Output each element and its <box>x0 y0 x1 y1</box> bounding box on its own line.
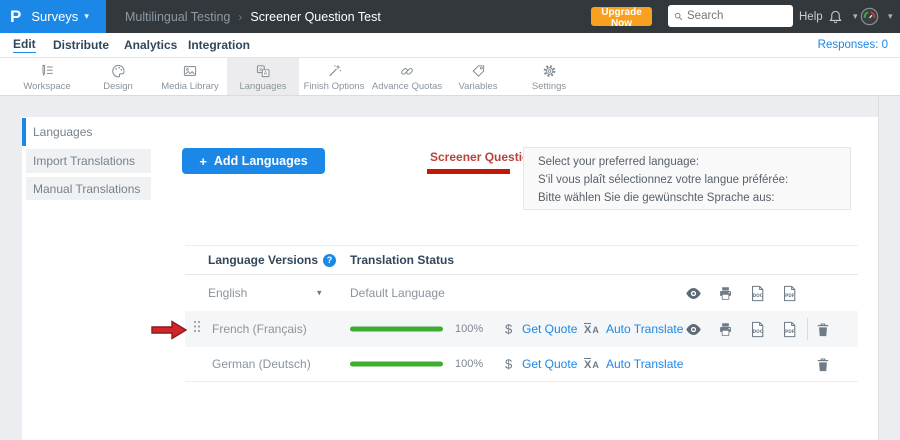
toolbar-item-languages[interactable]: xA Languages <box>227 58 299 95</box>
svg-text:PDF: PDF <box>785 293 795 299</box>
survey-nav: Edit Distribute Analytics Integration Re… <box>0 33 900 58</box>
delete-icon[interactable] <box>814 320 832 338</box>
chevron-down-icon: ▾ <box>888 11 893 22</box>
upgrade-now-button[interactable]: Upgrade Now <box>591 7 652 26</box>
translation-progress-bar <box>350 362 443 367</box>
view-icon[interactable] <box>684 284 702 302</box>
svg-text:A: A <box>264 71 268 77</box>
dollar-icon: $ <box>505 322 512 337</box>
languages-icon: xA <box>254 62 272 79</box>
search-input[interactable] <box>687 10 787 22</box>
media-library-icon <box>181 62 199 79</box>
responses-count[interactable]: Responses: 0 <box>818 33 888 57</box>
finish-options-icon <box>326 62 343 79</box>
toolbar-item-workspace[interactable]: Workspace <box>11 58 83 95</box>
toolbar-item-media-library[interactable]: Media Library <box>154 58 226 95</box>
dollar-icon: $ <box>505 357 512 372</box>
table-row-french: French (Français) 100% $ Get Quote XA Au… <box>185 311 858 347</box>
toolbar-item-design[interactable]: Design <box>82 58 154 95</box>
auto-translate-link[interactable]: Auto Translate <box>606 322 683 336</box>
translate-icon: XA <box>584 320 599 338</box>
questionpro-logo: P <box>10 7 21 27</box>
table-row-german: German (Deutsch) 100% $ Get Quote XA Aut… <box>185 347 858 382</box>
help-link[interactable]: Help <box>799 0 823 33</box>
tab-analytics[interactable]: Analytics <box>124 33 177 57</box>
variables-icon <box>470 62 487 79</box>
red-underline-annotation <box>427 169 510 174</box>
sidebar-item-languages[interactable]: Languages <box>22 118 151 146</box>
bell-icon <box>828 9 843 25</box>
screener-question-line: S'il vous plaît sélectionnez votre langu… <box>538 171 850 189</box>
drag-handle[interactable] <box>193 320 201 338</box>
chevron-down-icon: ▾ <box>853 11 858 22</box>
languages-table: Language Versions ? Translation Status E… <box>185 245 858 382</box>
tab-integration[interactable]: Integration <box>188 33 250 57</box>
advance-quotas-icon <box>398 62 416 79</box>
screener-question-line: Bitte wählen Sie die gewünschte Sprache … <box>538 189 850 207</box>
svg-text:DOC: DOC <box>753 293 763 299</box>
language-name: German (Deutsch) <box>212 357 311 371</box>
tab-edit[interactable]: Edit <box>13 33 36 57</box>
global-search <box>668 5 793 27</box>
svg-text:PDF: PDF <box>785 329 795 335</box>
auto-translate-link[interactable]: Auto Translate <box>606 357 683 371</box>
surveys-menu[interactable]: P Surveys ▾ <box>0 0 106 33</box>
avatar-gauge-icon <box>860 7 879 26</box>
get-quote-link[interactable]: Get Quote <box>522 322 577 336</box>
settings-icon <box>541 62 558 79</box>
toolbar-item-variables[interactable]: Variables <box>442 58 514 95</box>
tab-distribute[interactable]: Distribute <box>53 33 109 57</box>
column-translation-status: Translation Status <box>350 253 454 267</box>
search-icon <box>674 11 683 22</box>
translation-percent: 100% <box>455 323 483 335</box>
toolbar-item-finish-options[interactable]: Finish Options <box>298 58 370 95</box>
table-row-english: English ▾ Default Language DOC PDF <box>185 275 858 311</box>
design-icon <box>110 62 127 79</box>
chevron-down-icon[interactable]: ▾ <box>317 288 322 299</box>
export-doc-icon[interactable]: DOC <box>748 284 766 302</box>
breadcrumb-survey-name: Screener Question Test <box>250 10 380 24</box>
plus-icon: + <box>199 154 207 169</box>
add-languages-button[interactable]: + Add Languages <box>182 148 325 174</box>
sidebar-item-import-translations[interactable]: Import Translations <box>26 149 151 173</box>
delete-icon[interactable] <box>814 355 832 373</box>
get-quote-link[interactable]: Get Quote <box>522 357 577 371</box>
screener-question-box: Select your preferred language: S'il vou… <box>523 147 851 210</box>
print-icon[interactable] <box>716 284 734 302</box>
default-language-status: Default Language <box>350 286 445 300</box>
export-pdf-icon[interactable]: PDF <box>780 284 798 302</box>
screener-question-line: Select your preferred language: <box>538 153 850 171</box>
scrollbar-gutter[interactable] <box>878 96 900 440</box>
sidebar-item-manual-translations[interactable]: Manual Translations <box>26 177 151 200</box>
breadcrumb: Multilingual Testing › Screener Question… <box>125 0 381 33</box>
help-question-icon[interactable]: ? <box>323 254 336 267</box>
breadcrumb-separator: › <box>238 10 242 24</box>
notifications-menu[interactable]: ▾ <box>828 0 858 33</box>
red-arrow-annotation <box>150 320 188 345</box>
svg-text:DOC: DOC <box>753 329 763 335</box>
export-doc-icon[interactable]: DOC <box>748 320 766 338</box>
view-icon[interactable] <box>684 320 702 338</box>
toolbar-item-advance-quotas[interactable]: Advance Quotas <box>371 58 443 95</box>
language-name: French (Français) <box>212 322 307 336</box>
table-header-row: Language Versions ? Translation Status <box>185 245 858 275</box>
translation-progress-bar <box>350 327 443 332</box>
breadcrumb-folder[interactable]: Multilingual Testing <box>125 10 230 24</box>
chevron-down-icon: ▾ <box>84 11 89 22</box>
divider <box>807 318 808 340</box>
translate-icon: XA <box>584 355 599 373</box>
default-language-select[interactable]: English <box>208 286 247 300</box>
edit-toolbar: Workspace Design Media Library xA Langua… <box>0 58 900 96</box>
account-menu[interactable]: ▾ <box>860 0 893 33</box>
app-window: P Surveys ▾ Multilingual Testing › Scree… <box>0 0 900 440</box>
column-language-versions: Language Versions ? <box>208 253 336 267</box>
print-icon[interactable] <box>716 320 734 338</box>
export-pdf-icon[interactable]: PDF <box>780 320 798 338</box>
top-header: P Surveys ▾ Multilingual Testing › Scree… <box>0 0 900 33</box>
translation-percent: 100% <box>455 358 483 370</box>
toolbar-item-settings[interactable]: Settings <box>513 58 585 95</box>
product-name: Surveys <box>31 9 78 24</box>
workspace-icon <box>38 62 56 79</box>
